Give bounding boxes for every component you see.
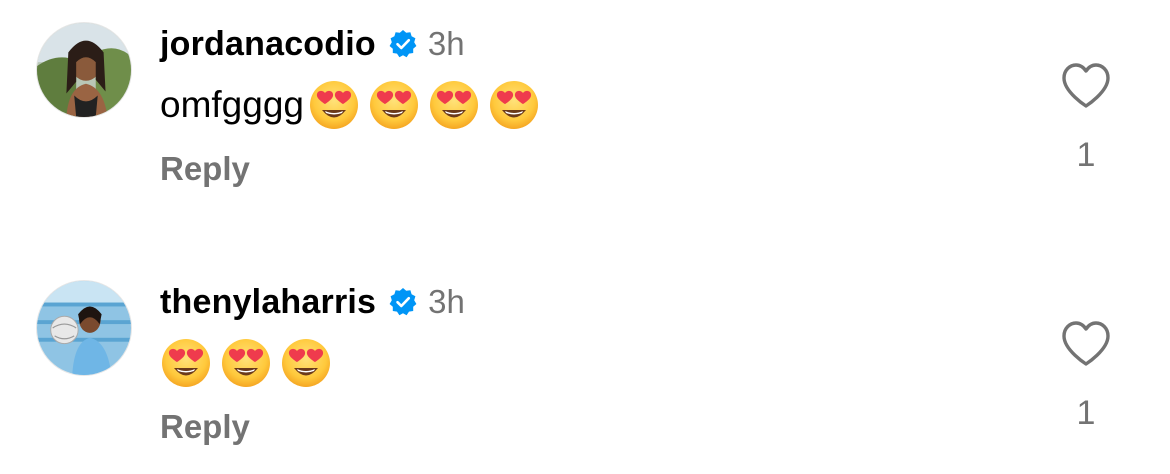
comment-header: jordanacodio 3h [160, 20, 465, 68]
username[interactable]: jordanacodio [160, 25, 376, 64]
like-count: 1 [1076, 394, 1096, 432]
comment-text: omfgggg [160, 84, 304, 125]
heart-eyes-emoji [160, 337, 212, 389]
like-count: 1 [1076, 136, 1096, 174]
reply-button[interactable]: Reply [160, 408, 250, 446]
comment-body: omfgggg [160, 78, 548, 132]
heart-eyes-emoji [280, 337, 332, 389]
heart-eyes-emoji [488, 79, 540, 131]
verified-badge-icon [388, 29, 418, 59]
comment-item: jordanacodio 3h omfgggg Reply 1 [0, 0, 1170, 200]
avatar-photo [37, 281, 131, 375]
reply-button[interactable]: Reply [160, 150, 250, 188]
username[interactable]: thenylaharris [160, 283, 376, 322]
verified-badge-icon [388, 287, 418, 317]
comments-list: jordanacodio 3h omfgggg Reply 1 thenylah… [0, 0, 1170, 474]
comment-body [160, 336, 340, 390]
avatar-photo [37, 23, 131, 117]
comment-header: thenylaharris 3h [160, 278, 465, 326]
heart-eyes-emoji [368, 79, 420, 131]
heart-eyes-emoji [220, 337, 272, 389]
heart-eyes-emoji [308, 79, 360, 131]
timestamp: 3h [428, 283, 465, 320]
heart-outline-icon[interactable] [1060, 320, 1112, 368]
comment-item: thenylaharris 3h Reply 1 [0, 258, 1170, 458]
avatar[interactable] [36, 280, 132, 376]
timestamp: 3h [427, 25, 465, 62]
heart-outline-icon[interactable] [1060, 62, 1112, 110]
avatar[interactable] [36, 22, 132, 118]
heart-eyes-emoji [428, 79, 480, 131]
